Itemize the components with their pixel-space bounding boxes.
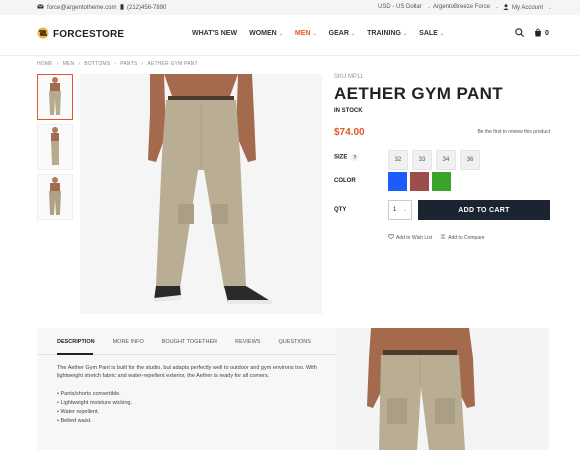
- compare-link[interactable]: Add to Compare: [440, 234, 485, 241]
- phone-link[interactable]: (212)456-7890: [120, 4, 166, 12]
- add-to-cart-button[interactable]: ADD TO CART: [418, 200, 550, 220]
- nav-item-training[interactable]: TRAINING ⌄: [367, 30, 407, 37]
- tab-list: DESCRIPTION MORE INFO BOUGHT TOGETHER RE…: [57, 339, 329, 345]
- size-option-36[interactable]: 36: [460, 150, 480, 170]
- bag-icon: [534, 28, 542, 39]
- breadcrumb-current: AETHER GYM PANT: [147, 61, 198, 67]
- main-nav: WHAT'S NEW WOMEN ⌄ MEN ⌄ GEAR ⌄ TRAINING ⌄ S…: [192, 30, 456, 37]
- nav-item-sale[interactable]: SALE ⌄: [419, 30, 444, 37]
- thumbnail-gallery: [37, 74, 73, 224]
- tab-more-info[interactable]: MORE INFO: [113, 339, 144, 345]
- main-product-image[interactable]: [80, 74, 322, 314]
- chevron-down-icon: ⌄: [402, 207, 407, 213]
- breadcrumb-pants[interactable]: PANTS: [120, 61, 137, 67]
- size-option-33[interactable]: 33: [412, 150, 432, 170]
- chevron-down-icon: ⌄: [312, 31, 317, 37]
- email-link[interactable]: force@argentotheme.com: [37, 4, 116, 11]
- mail-icon: [37, 4, 44, 11]
- product-price: $74.00: [334, 127, 365, 138]
- chevron-down-icon: ⌄: [495, 4, 500, 10]
- feature-list: • Pants/shorts convertible. • Lightweigh…: [57, 390, 132, 426]
- pants-closeup-image: [367, 328, 475, 450]
- size-label: SIZE?: [334, 154, 359, 161]
- breadcrumb-home[interactable]: HOME: [37, 61, 53, 67]
- account-menu[interactable]: My Account ⌄: [503, 4, 552, 12]
- list-item: • Pants/shorts convertible.: [57, 391, 121, 397]
- color-swatch-green[interactable]: [432, 172, 451, 191]
- tab-reviews[interactable]: REVIEWS: [235, 339, 260, 345]
- pants-back-thumb: [49, 177, 61, 215]
- pants-image: [148, 74, 272, 304]
- breadcrumb-bottoms[interactable]: BOTTOMS: [84, 61, 110, 67]
- tab-questions[interactable]: QUESTIONS: [278, 339, 310, 345]
- color-label: COLOR: [334, 178, 356, 184]
- nav-item-gear[interactable]: GEAR ⌄: [329, 30, 355, 37]
- description-text: The Aether Gym Pant is built for the stu…: [57, 365, 317, 379]
- size-options: 32 33 34 36: [388, 150, 480, 170]
- detail-product-image: [337, 328, 549, 450]
- active-tab-indicator: [57, 353, 93, 355]
- breadcrumb-men[interactable]: MEN: [63, 61, 75, 67]
- chevron-down-icon: ⌄: [426, 4, 431, 10]
- currency-switcher[interactable]: USD - US Dollar ⌄: [378, 4, 431, 10]
- cart-button[interactable]: 0: [534, 28, 549, 39]
- chevron-down-icon: ⌄: [350, 31, 356, 37]
- store-switcher[interactable]: ArgentoBreeze Force ⌄: [433, 4, 499, 10]
- chevron-down-icon: ⌄: [278, 31, 283, 37]
- tab-bought-together[interactable]: BOUGHT TOGETHER: [162, 339, 217, 345]
- thumbnail-back[interactable]: [37, 174, 73, 220]
- chevron-down-icon: ⌄: [402, 31, 408, 37]
- logo-icon: [37, 27, 49, 42]
- chevron-down-icon: ⌄: [439, 31, 445, 37]
- stock-status: IN STOCK: [334, 108, 363, 114]
- product-actions: Add to Wish List Add to Compare: [388, 233, 485, 241]
- product-info: SKU MP11 AETHER GYM PANT IN STOCK $74.00…: [334, 74, 550, 241]
- color-swatch-red[interactable]: [410, 172, 429, 191]
- size-option-32[interactable]: 32: [388, 150, 408, 170]
- compare-icon: [440, 234, 446, 241]
- qty-label: QTY: [334, 207, 347, 213]
- nav-item-men[interactable]: MEN ⌄: [295, 30, 317, 37]
- thumbnail-side[interactable]: [37, 124, 73, 170]
- pants-front-thumb: [49, 77, 61, 115]
- size-option-34[interactable]: 34: [436, 150, 456, 170]
- color-swatch-blue[interactable]: [388, 172, 407, 191]
- header-actions: 0: [515, 28, 549, 39]
- site-header: FORCESTORE WHAT'S NEW WOMEN ⌄ MEN ⌄ GEAR ⌄ …: [0, 15, 580, 56]
- user-icon: [503, 4, 509, 12]
- color-options: [388, 172, 451, 191]
- product-tabs: DESCRIPTION MORE INFO BOUGHT TOGETHER RE…: [37, 328, 337, 450]
- phone-icon: [120, 4, 124, 12]
- chevron-down-icon: ⌄: [548, 5, 553, 11]
- breadcrumb: HOME › MEN › BOTTOMS › PANTS › AETHER GYM PA…: [37, 61, 198, 67]
- list-item: • Lightweight moisture wicking.: [57, 400, 133, 406]
- thumbnail-front[interactable]: [37, 74, 73, 120]
- search-icon[interactable]: [515, 28, 524, 39]
- qty-select[interactable]: 1 ⌄: [388, 200, 412, 220]
- review-link[interactable]: Be the first to review this product: [477, 129, 550, 135]
- product-title: AETHER GYM PANT: [334, 84, 504, 103]
- help-icon[interactable]: ?: [351, 154, 359, 161]
- list-item: • Water repellent.: [57, 409, 100, 415]
- sku: SKU MP11: [334, 74, 364, 80]
- top-bar: force@argentotheme.com (212)456-7890 USD…: [0, 0, 580, 15]
- pants-side-thumb: [51, 127, 59, 165]
- list-item: • Belted waist.: [57, 418, 92, 424]
- nav-item-whats-new[interactable]: WHAT'S NEW: [192, 30, 237, 37]
- wishlist-link[interactable]: Add to Wish List: [388, 233, 432, 241]
- tab-description[interactable]: DESCRIPTION: [57, 339, 95, 345]
- logo[interactable]: FORCESTORE: [37, 27, 124, 42]
- nav-item-women[interactable]: WOMEN ⌄: [249, 30, 283, 37]
- heart-icon: [388, 233, 394, 241]
